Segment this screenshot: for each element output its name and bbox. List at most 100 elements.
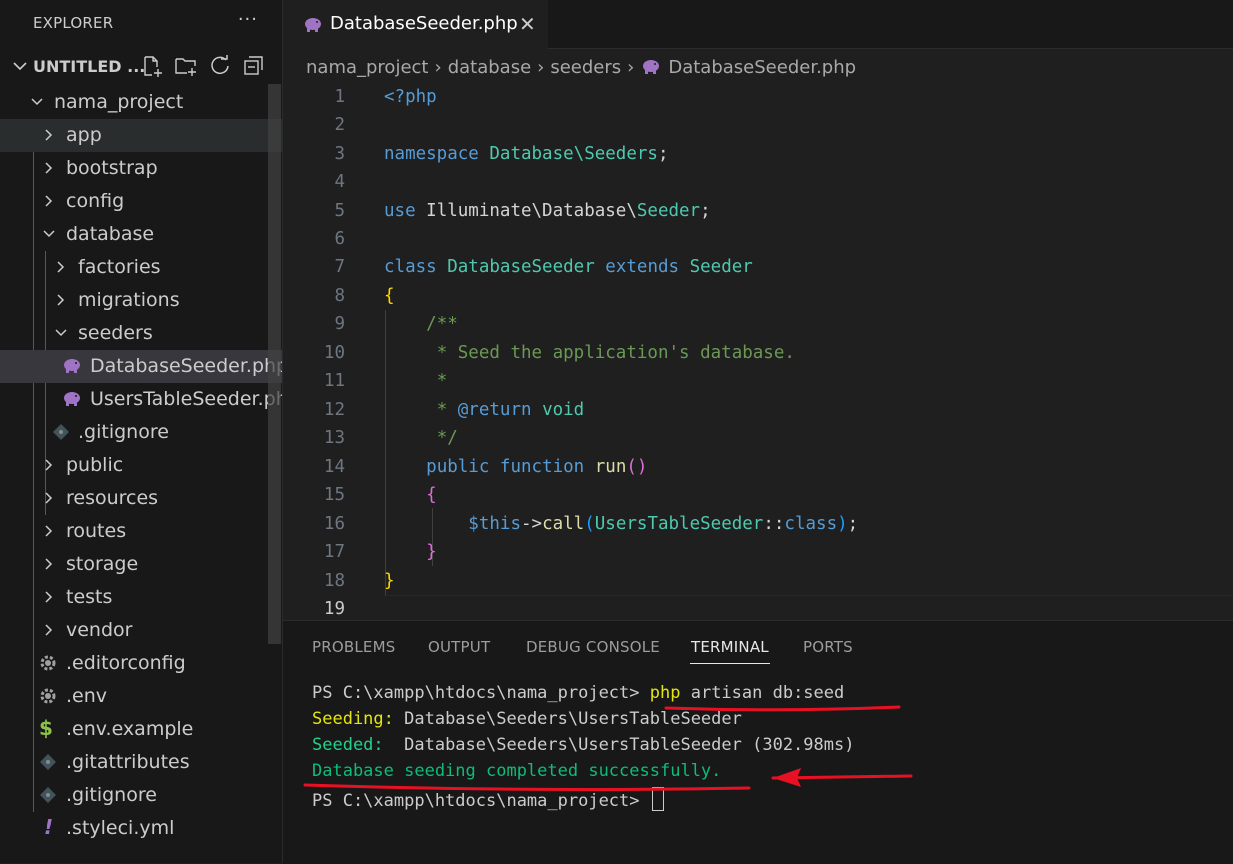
code-line: * @return void [384,400,585,420]
more-actions-icon[interactable]: ··· [238,9,258,30]
chevron-right-icon: › [434,56,442,78]
code-token: public [426,457,490,477]
tree-item-public[interactable]: public [0,449,282,482]
annotation-underline [664,705,901,712]
tree-item-gitignore-database[interactable]: .gitignore [0,416,282,449]
tree-item-factories[interactable]: factories [0,251,282,284]
code-line: use Illuminate\Database\Seeder; [384,201,711,221]
code-token: */ [426,428,458,448]
bottom-panel: PROBLEMS OUTPUT DEBUG CONSOLE TERMINAL P… [283,620,1233,864]
tree-item-migrations[interactable]: migrations [0,284,282,317]
tab-databaseseeder[interactable]: DatabaseSeeder.php ✕ [283,0,548,49]
code-token: ; [847,514,859,534]
tree-item-routes[interactable]: routes [0,515,282,548]
close-icon[interactable]: ✕ [519,12,536,36]
line-number: 13 [323,428,345,448]
tree-item-label: .env.example [66,718,194,740]
code-token: ) [837,514,848,534]
tree-item-config[interactable]: config [0,185,282,218]
tree-item-userstableseeder[interactable]: UsersTableSeeder.php [0,383,282,416]
tree-item-label: routes [66,520,127,542]
explorer-title: EXPLORER [33,14,114,32]
tree-item-seeders[interactable]: seeders [0,317,282,350]
tree-item-label: app [66,124,102,146]
tree-item-env[interactable]: .env [0,680,282,713]
tree-item-label: .styleci.yml [66,817,175,839]
file-tree: nama_project app bootstrap config databa… [0,86,282,845]
breadcrumb-item[interactable]: DatabaseSeeder.php [668,57,856,78]
arrow-head-icon [773,768,801,787]
tree-item-label: bootstrap [66,157,158,179]
code-token: <?php [384,87,437,107]
code-token: } [384,571,395,591]
line-number: 4 [334,172,345,192]
tree-item-styleci[interactable]: ! .styleci.yml [0,812,282,845]
chevron-right-icon [45,624,53,636]
code-token: extends [605,257,680,277]
tree-item-label: database [66,223,155,245]
code-line: class DatabaseSeeder extends Seeder [384,257,753,277]
new-folder-icon[interactable] [174,54,198,78]
code-token: -> [520,514,543,534]
tree-item-label: .env [66,685,108,707]
line-number: 1 [334,87,345,107]
code-line: <?php [384,87,437,107]
php-elephant-icon [64,359,80,373]
chevron-right-icon [45,459,53,471]
tree-item-editorconfig[interactable]: .editorconfig [0,647,282,680]
code-line: /** [384,314,458,334]
chevron-down-icon [13,62,27,71]
line-number: 2 [334,115,345,135]
chevron-right-icon [57,294,65,306]
collapse-all-icon[interactable] [242,54,266,78]
code-line: * Seed the application's database. [384,343,795,363]
code-token: Illuminate\Database\ [426,201,637,221]
tree-item-label: migrations [78,289,180,311]
workspace-row[interactable]: UNTITLED ... [0,46,282,86]
tree-item-tests[interactable]: tests [0,581,282,614]
tree-item-databaseseeder[interactable]: DatabaseSeeder.php [0,350,282,383]
code-line: { [384,485,437,505]
tree-item-env-example[interactable]: $ .env.example [0,713,282,746]
tree-item-storage[interactable]: storage [0,548,282,581]
line-number: 6 [334,229,345,249]
line-number: 16 [323,514,345,534]
code-token: DatabaseSeeder [447,257,595,277]
code-token: { [426,485,437,505]
tree-item-label: vendor [66,619,133,641]
line-number-active: 19 [323,599,345,619]
tree-item-label: seeders [78,322,153,344]
new-file-icon[interactable] [140,54,164,78]
breadcrumb: nama_project › database › seeders › Data… [283,49,1233,85]
breadcrumb-item[interactable]: database [448,57,531,78]
tree-item-nama-project[interactable]: nama_project [0,86,282,119]
code-line: $this->call(UsersTableSeeder::class); [384,514,858,534]
tree-item-bootstrap[interactable]: bootstrap [0,152,282,185]
refresh-icon[interactable] [208,54,232,78]
chevron-right-icon: › [537,56,545,78]
dollar-icon: $ [39,716,53,740]
tree-item-resources[interactable]: resources [0,482,282,515]
gear-icon [40,688,56,704]
tree-item-label: config [66,190,125,212]
breadcrumb-item[interactable]: seeders [550,57,621,78]
sidebar-scrollbar[interactable] [268,84,281,644]
code-token: * [426,400,458,420]
tree-item-gitattributes[interactable]: .gitattributes [0,746,282,779]
git-icon [40,754,56,770]
tree-item-vendor[interactable]: vendor [0,614,282,647]
workspace-title: UNTITLED ... [33,56,146,76]
chevron-right-icon: › [627,56,635,78]
gear-icon [40,655,56,671]
tree-item-label: .gitignore [66,784,157,806]
tree-item-app[interactable]: app [0,119,282,152]
tree-item-database[interactable]: database [0,218,282,251]
code-token: { [384,286,395,306]
code-editor[interactable]: 1 2 3 4 5 6 7 8 9 10 11 12 13 14 15 16 1… [283,83,1233,625]
code-line: { [384,286,395,306]
code-token: class [784,514,838,534]
tree-item-label: .gitignore [78,421,169,443]
breadcrumb-item[interactable]: nama_project [306,57,428,78]
php-elephant-icon [64,392,80,406]
tree-item-gitignore[interactable]: .gitignore [0,779,282,812]
